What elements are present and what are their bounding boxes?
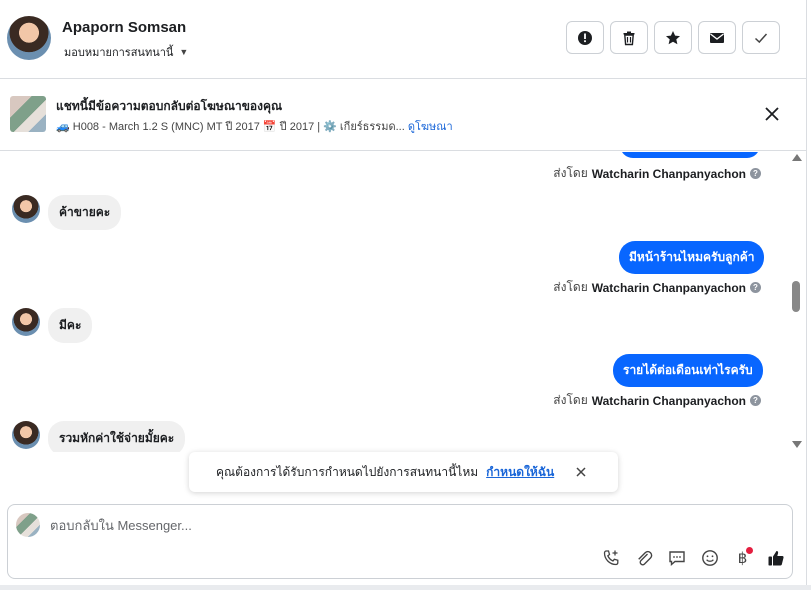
- star-icon: [666, 30, 680, 44]
- checkmark-icon: [754, 32, 768, 43]
- sent-by-label: ส่งโดย Watcharin Chanpanyachon ?: [553, 391, 761, 410]
- notification-dot: [746, 547, 753, 554]
- scrollbar-thumb[interactable]: [792, 281, 800, 312]
- info-icon[interactable]: ?: [750, 282, 761, 293]
- envelope-icon: [710, 32, 724, 43]
- trash-icon: [623, 31, 635, 45]
- sent-by-prefix: ส่งโดย: [553, 280, 588, 294]
- attach-button[interactable]: [633, 547, 654, 568]
- alert-icon: [578, 30, 592, 45]
- divider: [806, 0, 807, 590]
- avatar: [12, 308, 40, 336]
- avatar[interactable]: [7, 16, 51, 60]
- paperclip-icon: [637, 550, 652, 565]
- call-button[interactable]: [600, 547, 621, 568]
- incoming-message[interactable]: ค้าขายคะ: [48, 195, 122, 230]
- toast-text: คุณต้องการได้รับการกำหนดไปยังการสนทนานี้…: [216, 464, 479, 479]
- contact-name[interactable]: Apaporn Somsan: [62, 19, 186, 36]
- caret-down-icon: ▼: [179, 47, 189, 57]
- chat-bubble-icon: [668, 550, 685, 566]
- outgoing-message[interactable]: รายได้ต่อเดือนเท่าไรครับ: [613, 354, 763, 387]
- emoji-button[interactable]: [699, 547, 720, 568]
- like-button[interactable]: [765, 547, 786, 568]
- page-avatar: [16, 513, 40, 537]
- sender-name: Watcharin Chanpanyachon: [591, 280, 746, 295]
- smiley-icon: [701, 549, 718, 566]
- avatar: [12, 195, 40, 223]
- sender-name: Watcharin Chanpanyachon: [591, 393, 746, 408]
- sent-by-label: ส่งโดย Watcharin Chanpanyachon ?: [553, 278, 761, 297]
- outgoing-message[interactable]: มีหน้าร้านไหมครับลูกค้า: [619, 241, 765, 274]
- reply-input[interactable]: [50, 515, 650, 535]
- delete-button[interactable]: [610, 21, 648, 54]
- mark-unread-button[interactable]: [698, 21, 736, 54]
- assign-label: มอบหมายการสนทนานี้: [64, 47, 174, 59]
- divider: [0, 585, 811, 590]
- incoming-message[interactable]: รวมหักค่าใช้จ่ายมั้ยคะ: [48, 421, 186, 452]
- ad-reply-banner: แชทนี้มีข้อความตอบกลับต่อโฆษณาของคุณ 🚙 H…: [0, 79, 806, 151]
- message-composer: ฿: [7, 504, 793, 579]
- ad-banner-title: แชทนี้มีข้อความตอบกลับต่อโฆษณาของคุณ: [56, 99, 283, 113]
- assign-conversation-dropdown[interactable]: มอบหมายการสนทนานี้ ▼: [64, 43, 188, 61]
- mark-done-button[interactable]: [742, 21, 780, 54]
- star-button[interactable]: [654, 21, 692, 54]
- sent-by-prefix: ส่งโดย: [553, 166, 588, 180]
- assign-to-me-link[interactable]: กำหนดให้ฉัน: [486, 463, 554, 482]
- ad-thumbnail: [10, 96, 46, 132]
- outgoing-message[interactable]: [620, 152, 760, 158]
- composer-tools: ฿: [600, 547, 786, 568]
- sent-by-label: ส่งโดย Watcharin Chanpanyachon ?: [553, 164, 761, 183]
- ad-banner-subtitle: 🚙 H008 - March 1.2 S (MNC) MT ปี 2017 📅 …: [56, 117, 453, 135]
- scroll-down-arrow-icon[interactable]: [792, 441, 802, 448]
- spam-button[interactable]: [566, 21, 604, 54]
- header-actions: [566, 21, 780, 54]
- ad-description: 🚙 H008 - March 1.2 S (MNC) MT ปี 2017 📅 …: [56, 121, 405, 133]
- close-icon[interactable]: [575, 466, 587, 478]
- phone-plus-icon: [603, 549, 618, 565]
- info-icon[interactable]: ?: [750, 168, 761, 179]
- thumbs-up-icon: [768, 550, 784, 565]
- incoming-message[interactable]: มีคะ: [48, 308, 93, 343]
- close-icon[interactable]: [763, 105, 781, 123]
- conversation-header: Apaporn Somsan มอบหมายการสนทนานี้ ▼: [0, 0, 806, 79]
- scroll-up-arrow-icon[interactable]: [792, 154, 802, 161]
- payment-button[interactable]: ฿: [732, 547, 753, 568]
- sender-name: Watcharin Chanpanyachon: [591, 166, 746, 181]
- view-ad-link[interactable]: ดูโฆษณา: [408, 121, 453, 133]
- avatar: [12, 421, 40, 449]
- sent-by-prefix: ส่งโดย: [553, 393, 588, 407]
- saved-replies-button[interactable]: [666, 547, 687, 568]
- message-thread: ส่งโดย Watcharin Chanpanyachon ? ค้าขายค…: [0, 152, 790, 452]
- info-icon[interactable]: ?: [750, 395, 761, 406]
- assign-prompt-toast: คุณต้องการได้รับการกำหนดไปยังการสนทนานี้…: [189, 452, 618, 492]
